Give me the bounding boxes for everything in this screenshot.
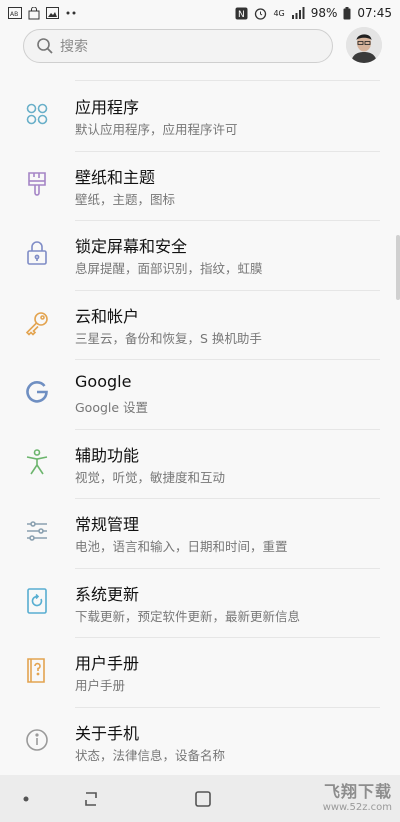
key-icon bbox=[24, 310, 50, 336]
sliders-icon bbox=[24, 518, 50, 544]
brush-icon bbox=[24, 171, 50, 197]
settings-item-lock-security[interactable]: 锁定屏幕和安全 息屏提醒，面部识别，指纹，虹膜 bbox=[0, 220, 400, 291]
image-icon bbox=[46, 7, 59, 19]
battery-percent: 98% bbox=[310, 6, 338, 20]
info-icon bbox=[24, 727, 50, 753]
settings-item-user-manual[interactable]: 用户手册 用户手册 bbox=[0, 637, 400, 708]
lock-icon bbox=[24, 240, 50, 266]
apps-grid-icon bbox=[24, 101, 50, 127]
settings-item-software-update[interactable]: 系统更新 下载更新，预定软件更新，最新更新信息 bbox=[0, 568, 400, 638]
settings-item-subtitle: 视觉，听觉，敏捷度和互动 bbox=[75, 469, 226, 485]
settings-item-title: 系统更新 bbox=[75, 584, 140, 604]
settings-item-subtitle: 息屏提醒，面部识别，指纹，虹膜 bbox=[75, 261, 263, 276]
svg-text:AB: AB bbox=[10, 11, 18, 18]
recent-apps-button[interactable] bbox=[78, 787, 104, 811]
settings-item-general-management[interactable]: 常规管理 电池，语言和输入，日期和时间，重置 bbox=[0, 498, 400, 569]
status-bar: AB N 4G 98% 07:45 bbox=[0, 0, 400, 26]
avatar[interactable] bbox=[346, 27, 382, 63]
settings-item-title: 关于手机 bbox=[75, 723, 140, 743]
settings-item-subtitle: Google 设置 bbox=[75, 400, 149, 415]
gallery-icon: AB bbox=[8, 7, 22, 19]
search-icon bbox=[36, 37, 60, 55]
settings-item-title: 锁定屏幕和安全 bbox=[75, 237, 188, 256]
settings-item-subtitle: 状态，法律信息，设备名称 bbox=[75, 747, 226, 763]
settings-item-subtitle: 默认应用程序，应用程序许可 bbox=[75, 122, 238, 137]
alarm-icon bbox=[254, 7, 267, 20]
settings-item-title: 用户手册 bbox=[75, 654, 140, 673]
settings-item-title: Google bbox=[75, 372, 132, 391]
nfc-icon: N bbox=[235, 7, 248, 20]
settings-item-subtitle: 三星云，备份和恢复，S 换机助手 bbox=[75, 330, 262, 346]
signal-icon bbox=[291, 7, 305, 19]
clock: 07:45 bbox=[357, 6, 392, 20]
settings-item-title: 壁纸和主题 bbox=[75, 167, 156, 187]
accessibility-icon bbox=[24, 448, 50, 475]
settings-item-subtitle: 壁纸，主题，图标 bbox=[75, 191, 176, 207]
settings-item-subtitle: 下载更新，预定软件更新，最新更新信息 bbox=[75, 608, 301, 624]
settings-item-title: 常规管理 bbox=[75, 515, 140, 534]
network-type: 4G bbox=[273, 8, 285, 18]
settings-item-cloud-accounts[interactable]: 云和帐户 三星云，备份和恢复，S 换机助手 bbox=[0, 290, 400, 360]
settings-item-wallpaper-themes[interactable]: 壁纸和主题 壁纸，主题，图标 bbox=[0, 151, 400, 221]
search-placeholder: 搜索 bbox=[60, 39, 88, 55]
google-icon bbox=[24, 379, 50, 405]
settings-item-about-phone[interactable]: 关于手机 状态，法律信息，设备名称 bbox=[0, 707, 400, 777]
watermark-title: 飞翔下载 bbox=[323, 782, 392, 801]
update-icon bbox=[24, 587, 50, 614]
settings-item-accessibility[interactable]: 辅助功能 视觉，听觉，敏捷度和互动 bbox=[0, 429, 400, 499]
settings-list: 应用程序 默认应用程序，应用程序许可 壁纸和主题 壁纸，主题，图标 锁定屏幕和安… bbox=[0, 81, 400, 776]
home-button[interactable] bbox=[190, 787, 216, 811]
more-dots-icon bbox=[65, 10, 77, 16]
bag-icon bbox=[28, 6, 40, 20]
scrollbar-handle[interactable] bbox=[396, 235, 400, 300]
dot-indicator-icon bbox=[22, 795, 30, 803]
manual-icon bbox=[24, 657, 50, 683]
search-row: 搜索 bbox=[0, 26, 400, 70]
watermark: 飞翔下载 www.52z.com bbox=[323, 778, 392, 813]
watermark-url: www.52z.com bbox=[322, 802, 392, 813]
settings-item-google[interactable]: Google Google 设置 bbox=[0, 359, 400, 430]
settings-item-title: 云和帐户 bbox=[75, 306, 140, 326]
settings-item-apps[interactable]: 应用程序 默认应用程序，应用程序许可 bbox=[0, 81, 400, 152]
settings-item-title: 辅助功能 bbox=[75, 445, 140, 465]
settings-item-subtitle: 电池，语言和输入，日期和时间，重置 bbox=[75, 539, 288, 554]
battery-icon bbox=[343, 6, 351, 20]
settings-item-subtitle: 用户手册 bbox=[75, 678, 126, 693]
svg-text:N: N bbox=[238, 10, 245, 20]
settings-item-title: 应用程序 bbox=[75, 98, 140, 117]
search-input[interactable]: 搜索 bbox=[23, 29, 333, 63]
